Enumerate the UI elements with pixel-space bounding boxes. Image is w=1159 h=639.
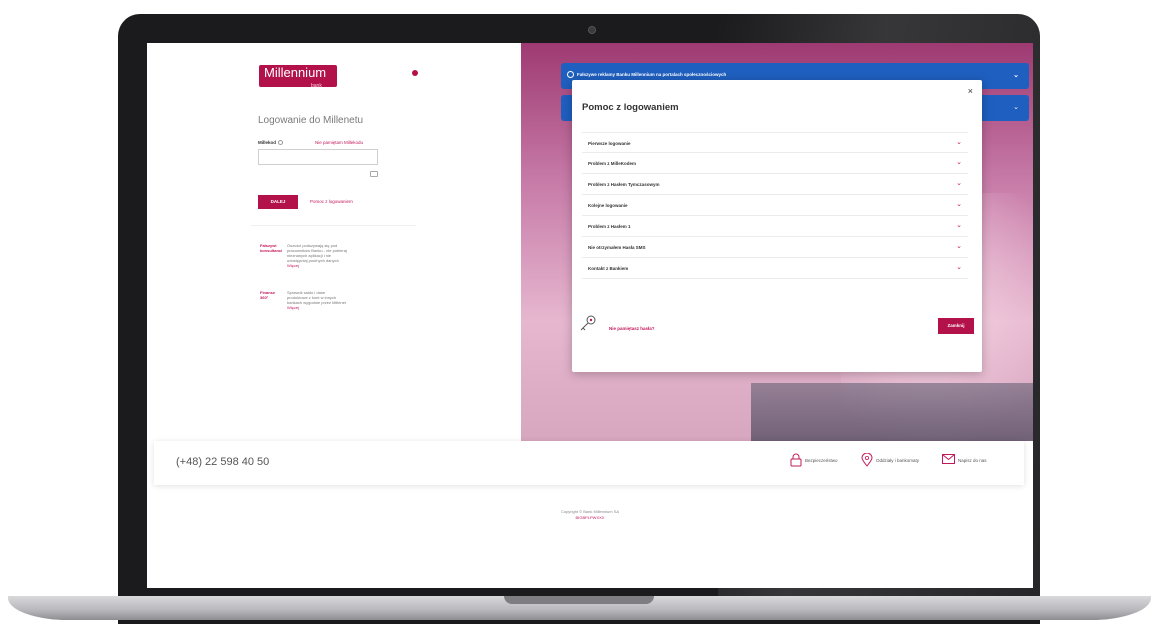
faq-item[interactable]: Problem z Hasłem 1 ⌄: [582, 216, 968, 237]
login-panel: Millennium bank Logowanie do Millenetu M…: [147, 43, 521, 441]
tip-text-body: Sprawdź saldo i dane produktowe z kont w…: [287, 290, 346, 305]
help-modal: × Pomoc z logowaniem Pierwsze logowanie …: [572, 80, 982, 372]
info-icon: [567, 71, 574, 78]
faq-item[interactable]: Kolejne logowanie ⌄: [582, 195, 968, 216]
faq-item-label: Kontakt z Bankiem: [588, 266, 629, 271]
millekod-label: Millekod: [258, 140, 284, 146]
tip-text: Oszuści podszywają się pod pracowników B…: [287, 243, 347, 268]
next-button[interactable]: DALEJ: [258, 195, 298, 209]
chevron-down-icon: ⌄: [956, 222, 962, 229]
chevron-down-icon[interactable]: ⌄: [1013, 103, 1019, 111]
faq-item-label: Problem z Hasłem 1: [588, 224, 631, 229]
faq-item[interactable]: Problem z MilleKodem ⌄: [582, 153, 968, 174]
faq-list: Pierwsze logowanie ⌄ Problem z MilleKode…: [582, 132, 968, 279]
chevron-down-icon: ⌄: [956, 180, 962, 187]
divider: [251, 225, 416, 226]
envelope-icon: [942, 454, 955, 464]
swift-code: BIGBPLPWXXX: [575, 515, 605, 520]
forgot-password-link[interactable]: Nie pamiętasz hasła?: [609, 326, 655, 331]
chevron-down-icon[interactable]: ⌄: [1013, 71, 1019, 79]
copyright: Copyright © Bank Millennium SA BIGBPLPWX…: [147, 509, 1033, 521]
alert-text: Fałszywe reklamy Banku Millennium na por…: [577, 72, 727, 77]
faq-item-label: Problem z MilleKodem: [588, 161, 637, 166]
tip-text-body: Oszuści podszywają się pod pracowników B…: [287, 243, 347, 263]
contact-link[interactable]: Napisz do nas: [958, 458, 987, 463]
logo-sub: bank: [311, 83, 322, 89]
faq-item[interactable]: Problem z Hasłem Tymczasowym ⌄: [582, 174, 968, 195]
key-icon: [580, 315, 596, 331]
forgot-millekod-link[interactable]: Nie pamiętam Millekodu: [315, 140, 363, 145]
screen: Millennium bank Logowanie do Millenetu M…: [147, 43, 1033, 588]
security-link[interactable]: Bezpieczeństwo: [805, 458, 838, 463]
tip-more-link[interactable]: Więcej: [287, 305, 299, 310]
branches-link[interactable]: Oddziały i bankomaty: [876, 458, 919, 463]
faq-item[interactable]: Pierwsze logowanie ⌄: [582, 132, 968, 153]
phone-number[interactable]: (+48) 22 598 40 50: [176, 456, 269, 468]
chevron-down-icon: ⌄: [956, 201, 962, 208]
lock-icon: [790, 453, 802, 467]
laptop-notch: [504, 596, 654, 604]
contact-bar: (+48) 22 598 40 50 Bezpieczeństwo Oddzia…: [154, 441, 1024, 485]
tip-text: Sprawdź saldo i dane produktowe z kont w…: [287, 290, 347, 310]
faq-item-label: Problem z Hasłem Tymczasowym: [588, 182, 660, 187]
millennium-logo[interactable]: Millennium bank: [259, 65, 337, 89]
location-pin-icon: [861, 453, 873, 467]
tip-title: Finanse 360°: [260, 290, 276, 300]
page-title: Logowanie do Millenetu: [258, 115, 364, 126]
close-icon[interactable]: ×: [968, 86, 973, 96]
modal-title: Pomoc z logowaniem: [582, 102, 679, 113]
faq-item[interactable]: Nie otrzymałem Hasła SMS ⌄: [582, 237, 968, 258]
chevron-down-icon: ⌄: [956, 264, 962, 271]
webcam: [588, 26, 596, 34]
chevron-down-icon: ⌄: [956, 243, 962, 250]
close-button[interactable]: Zamknij: [938, 318, 974, 334]
language-flag-icon[interactable]: [412, 70, 418, 76]
faq-item-label: Nie otrzymałem Hasła SMS: [588, 245, 646, 250]
login-help-link[interactable]: Pomoc z logowaniem: [310, 199, 353, 204]
millekod-input[interactable]: [258, 149, 378, 165]
chevron-down-icon: ⌄: [956, 139, 962, 146]
info-icon[interactable]: [278, 140, 284, 146]
tip-title: Fałszywi konsultanci: [260, 243, 283, 253]
chevron-down-icon: ⌄: [956, 159, 962, 166]
millekod-label-text: Millekod: [258, 140, 277, 145]
hero-photo-desk: [751, 383, 1033, 441]
faq-item-label: Kolejne logowanie: [588, 203, 628, 208]
keyboard-icon[interactable]: [370, 171, 378, 177]
faq-item[interactable]: Kontakt z Bankiem ⌄: [582, 258, 968, 279]
tip-more-link[interactable]: Więcej: [287, 263, 299, 268]
faq-item-label: Pierwsze logowanie: [588, 141, 631, 146]
